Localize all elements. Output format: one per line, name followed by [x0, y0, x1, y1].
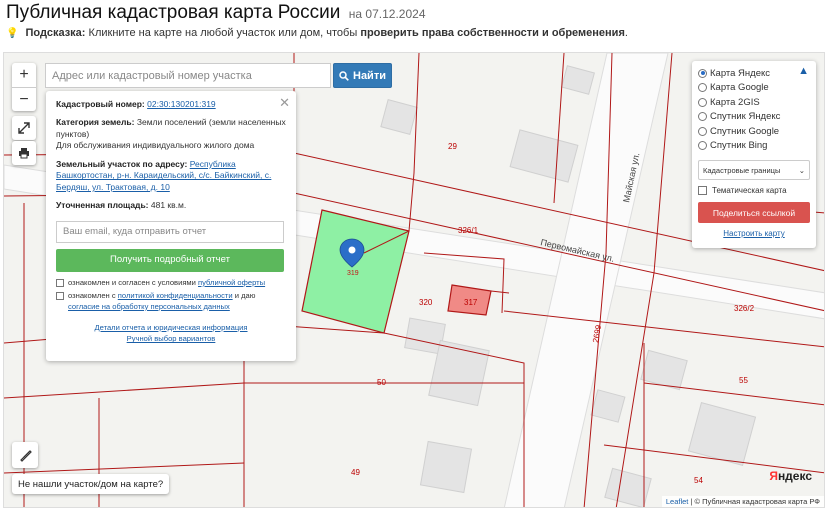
attribution-text: | © Публичная кадастровая карта РФ: [690, 497, 820, 506]
search-input[interactable]: [45, 63, 331, 88]
email-field[interactable]: [56, 220, 284, 243]
address-row: Земельный участок по адресу: Республика …: [56, 159, 286, 193]
ruler-icon: [20, 450, 32, 462]
hint-text: Кликните на карте на любой участок или д…: [88, 27, 358, 39]
layer-radio-bing-satellite[interactable]: [698, 141, 707, 151]
map-layers-panel: ▲ Карта Яндекс Карта Google Карта 2GIS С…: [692, 61, 816, 248]
map-attribution: Leaflet | © Публичная кадастровая карта …: [661, 496, 824, 507]
close-icon[interactable]: ✕: [279, 94, 290, 112]
layer-radio-google-satellite[interactable]: [698, 126, 707, 136]
search-button[interactable]: Найти: [333, 63, 392, 88]
privacy-policy-link[interactable]: политикой конфиденциальности: [118, 291, 233, 300]
layer-radio-google-map[interactable]: [698, 83, 707, 93]
search-icon: [339, 70, 349, 81]
layer-option-google-map[interactable]: Карта Google: [698, 81, 810, 96]
cadastral-number-label: Кадастровый номер:: [56, 99, 145, 109]
parcel-info-card: ✕ Кадастровый номер: 02:30:130201:319 Ка…: [46, 91, 296, 361]
hint-line: 💡 Подсказка: Кликните на карте на любой …: [6, 27, 628, 39]
measure-button[interactable]: [12, 442, 38, 468]
cadastral-number-row: Кадастровый номер: 02:30:130201:319: [56, 99, 286, 110]
privacy-consent-and: и даю: [234, 290, 256, 300]
hint-end: .: [624, 27, 628, 39]
marker-label: 319: [347, 270, 359, 277]
page-title: Публичная кадастровая карта России: [6, 2, 341, 23]
area-row: Уточненная площадь: 481 кв.м.: [56, 200, 286, 211]
area-value: 481 кв.м.: [150, 200, 187, 211]
privacy-consent-text: ознакомлен с: [68, 290, 116, 300]
zoom-in-button[interactable]: +: [12, 63, 36, 87]
report-details-link[interactable]: Детали отчета и юридическая информация: [94, 323, 247, 332]
share-link-button[interactable]: Поделиться ссылкой: [698, 202, 810, 223]
chevron-down-icon: ⌄: [798, 165, 805, 175]
offer-consent-text: ознакомлен и согласен с условиями: [68, 277, 196, 287]
boundary-layer-select[interactable]: Кадастровые границы ⌄: [698, 160, 810, 180]
layer-label-google-map: Карта Google: [710, 82, 769, 94]
hint-label: Подсказка:: [25, 27, 86, 39]
not-found-button[interactable]: Не нашли участок/дом на карте?: [12, 474, 170, 494]
layer-radio-yandex-satellite[interactable]: [698, 112, 707, 122]
privacy-consent-row: ознакомлен с политикой конфиденциальност…: [56, 290, 286, 312]
address-label: Земельный участок по адресу:: [56, 158, 188, 169]
land-usage: Для обслуживания индивидуального жилого …: [56, 140, 255, 151]
layer-option-yandex-satellite[interactable]: Спутник Яндекс: [698, 110, 810, 125]
page-header: Публичная кадастровая карта России на 07…: [6, 2, 824, 23]
leaflet-link[interactable]: Leaflet: [666, 497, 689, 506]
layer-option-2gis-map[interactable]: Карта 2GIS: [698, 95, 810, 110]
expand-icon: [18, 122, 30, 134]
print-button[interactable]: [12, 141, 36, 165]
thematic-map-checkbox[interactable]: [698, 186, 707, 195]
layer-option-google-satellite[interactable]: Спутник Google: [698, 124, 810, 139]
page-date: на 07.12.2024: [348, 7, 426, 21]
zoom-controls: + −: [12, 63, 36, 111]
printer-icon: [19, 148, 29, 159]
hint-emphasis: проверить права собственности и обремене…: [360, 27, 625, 39]
manual-selection-link[interactable]: Ручной выбор вариантов: [127, 334, 216, 343]
layer-label-2gis-map: Карта 2GIS: [710, 96, 760, 108]
layer-label-bing-satellite: Спутник Bing: [710, 140, 768, 152]
layer-label-yandex-satellite: Спутник Яндекс: [710, 111, 781, 123]
parcel-label-55: 55: [739, 376, 748, 385]
parcel-label-49: 49: [351, 468, 360, 477]
parcel-label-326-2: 326/2: [734, 304, 755, 313]
parcel-label-326-1: 326/1: [458, 226, 479, 235]
lightbulb-icon: 💡: [6, 28, 19, 39]
layer-label-google-satellite: Спутник Google: [710, 125, 780, 137]
thematic-map-label: Тематическая карта: [712, 186, 787, 195]
card-footer: Детали отчета и юридическая информация Р…: [56, 322, 286, 345]
layer-option-yandex-map[interactable]: Карта Яндекс: [698, 66, 810, 81]
layer-label-yandex-map: Карта Яндекс: [710, 67, 771, 79]
yandex-logo: Яндекс: [769, 469, 812, 483]
offer-consent-checkbox[interactable]: [56, 278, 64, 287]
parcel-label-29: 29: [448, 142, 457, 151]
public-offer-link[interactable]: публичной оферты: [198, 278, 265, 287]
parcel-label-50: 50: [377, 378, 386, 387]
zoom-out-button[interactable]: −: [12, 87, 36, 111]
get-report-button[interactable]: Получить подробный отчет: [56, 248, 284, 272]
chevron-up-icon[interactable]: ▲: [798, 65, 809, 77]
parcel-label-320: 320: [419, 298, 433, 307]
offer-consent-row: ознакомлен и согласен с условиями публич…: [56, 277, 286, 288]
layer-radio-yandex-map[interactable]: [698, 68, 707, 78]
layer-option-bing-satellite[interactable]: Спутник Bing: [698, 139, 810, 154]
parcel-label-317: 317: [464, 298, 478, 307]
personal-data-link[interactable]: согласие на обработку персональных данны…: [68, 302, 230, 311]
land-category-row: Категория земель: Земли поселений (земли…: [56, 117, 286, 151]
thematic-map-row[interactable]: Тематическая карта: [698, 186, 810, 195]
land-category-label: Категория земель:: [56, 117, 135, 128]
fullscreen-button[interactable]: [12, 116, 36, 140]
cadastral-number-link[interactable]: 02:30:130201:319: [147, 99, 216, 109]
boundary-layer-value: Кадастровые границы: [703, 165, 781, 175]
layer-radio-2gis-map[interactable]: [698, 97, 707, 107]
area-label: Уточненная площадь:: [56, 200, 149, 211]
parcel-label-54: 54: [694, 476, 703, 485]
cadastral-map[interactable]: 29 326/1 320 317 326/2 50 55 49 54 2699 …: [3, 52, 825, 508]
configure-map-link[interactable]: Настроить карту: [698, 229, 810, 238]
search-button-label: Найти: [353, 69, 386, 82]
privacy-consent-checkbox[interactable]: [56, 291, 64, 300]
